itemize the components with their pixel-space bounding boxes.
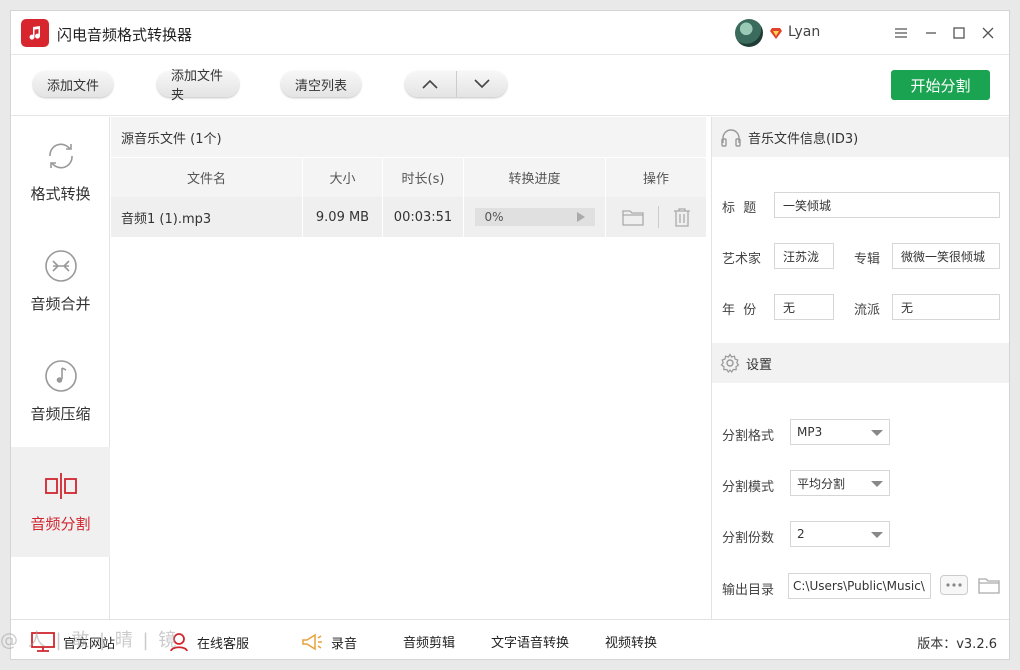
action-divider [657,206,659,228]
move-down-button[interactable] [457,71,508,97]
folder-icon[interactable] [621,208,644,226]
split-format-label: 分割格式 [722,429,775,444]
split-format-select[interactable]: MP3 [790,419,890,445]
audio-edit-link[interactable]: 音频剪辑 [403,632,455,651]
app-logo-icon [21,19,49,47]
start-split-button[interactable]: 开始分割 [891,70,990,100]
sidebar-item-audio-merge[interactable]: 音频合并 [11,227,110,337]
split-format-value: MP3 [797,425,823,439]
sidebar-item-format-convert[interactable]: 格式转换 [11,117,110,227]
gear-icon [720,353,740,373]
split-parts-value: 2 [797,527,805,541]
split-mode-select[interactable]: 平均分割 [790,470,890,496]
progress-text: 0% [484,210,504,224]
chevron-down-icon [474,79,490,89]
merge-icon [44,250,77,282]
actions-cell [606,197,706,237]
add-file-button[interactable]: 添加文件 [33,71,113,97]
menu-icon[interactable] [891,23,911,43]
clear-list-button[interactable]: 清空列表 [281,71,361,97]
column-header: 操作 [642,172,669,187]
output-dir-label: 输出目录 [722,583,775,598]
year-label: 年 份 [722,303,757,318]
record-link[interactable]: 录音 [301,632,357,652]
genre-input[interactable]: 无 [892,294,1000,320]
album-label: 专辑 [854,252,881,267]
year-input[interactable]: 无 [774,294,834,320]
watermark: @ 人 | 敢 | 晴 | 镜 [0,630,179,651]
column-header: 时长(s) [383,158,464,197]
username[interactable]: Lyan [788,24,820,40]
file-list-header: 源音乐文件 (1个) [111,117,706,157]
refresh-icon [48,143,73,169]
play-icon[interactable] [576,212,585,222]
table-header: 文件名 大小 时长(s) 转换进度 操作 [111,157,706,197]
browse-button[interactable] [940,575,968,595]
genre-label: 流派 [854,303,881,318]
column-header: 文件名 [111,158,303,197]
record-label: 录音 [331,636,358,652]
version-label: 版本：v3.2.6 [917,637,997,652]
right-panel: 音乐文件信息(ID3) 标 题 一笑倾城 艺术家 汪苏泷 专辑 微微一笑很倾城 … [711,117,1009,619]
avatar[interactable] [735,19,763,47]
maximize-icon[interactable] [949,23,969,43]
video-convert-link[interactable]: 视频转换 [605,632,657,651]
trash-icon[interactable] [673,207,691,227]
close-icon[interactable] [978,23,998,43]
title-label: 标 题 [722,201,757,216]
chevron-up-icon [422,79,438,89]
split-mode-value: 平均分割 [797,476,846,491]
chevron-down-icon [871,532,883,538]
add-folder-button[interactable]: 添加文件夹 [157,69,239,103]
title-bar: 闪电音频格式转换器 Lyan [11,11,1009,55]
file-size: 9.09 MB [303,197,383,237]
settings-header: 设置 [712,343,1009,383]
file-duration: 00:03:51 [383,197,464,237]
minimize-icon[interactable] [921,23,941,43]
megaphone-icon [302,633,322,651]
file-name: 音频1 (1).mp3 [111,197,303,237]
title-input[interactable]: 一笑倾城 [774,192,1000,218]
sidebar-item-label: 音频合并 [30,295,91,313]
progress-bar: 0% [474,208,595,226]
sidebar-item-label: 音频分割 [30,515,91,533]
sidebar-item-audio-split[interactable]: 音频分割 [11,447,110,557]
online-support-label: 在线客服 [197,636,250,652]
music-note-icon [44,360,77,392]
chevron-down-icon [871,481,883,487]
vip-diamond-icon [770,28,782,39]
settings-title: 设置 [746,357,773,373]
app-window: 闪电音频格式转换器 Lyan 添加文件 添加文件夹 清空列表 开始分割 格式转换… [10,10,1010,660]
album-input[interactable]: 微微一笑很倾城 [892,243,1000,269]
split-parts-select[interactable]: 2 [790,521,890,547]
artist-label: 艺术家 [722,252,762,267]
column-header: 大小 [303,158,383,197]
sidebar: 格式转换 音频合并 音频压缩 音频分割 [11,117,110,619]
sidebar-item-label: 格式转换 [30,185,91,203]
split-icon [44,473,77,499]
artist-input[interactable]: 汪苏泷 [774,243,834,269]
table-row[interactable]: 音频1 (1).mp3 9.09 MB 00:03:51 0% [111,197,706,237]
file-list: 源音乐文件 (1个) 文件名 大小 时长(s) 转换进度 操作 音频1 (1).… [111,117,706,619]
chevron-down-icon [871,430,883,436]
column-header: 转换进度 [464,158,606,197]
sidebar-item-audio-compress[interactable]: 音频压缩 [11,337,110,447]
id3-title: 音乐文件信息(ID3) [748,131,859,147]
more-dots-icon [946,583,962,587]
sidebar-item-label: 音频压缩 [30,405,91,423]
move-buttons [405,71,507,97]
split-mode-label: 分割模式 [722,480,775,495]
open-folder-icon[interactable] [978,576,1000,594]
split-parts-label: 分割份数 [722,531,775,546]
headphones-icon [721,129,741,147]
app-title: 闪电音频格式转换器 [57,26,193,44]
output-dir-input[interactable]: C:\Users\Public\Music\ [788,573,931,599]
toolbar: 添加文件 添加文件夹 清空列表 开始分割 [11,56,1009,116]
online-support-link[interactable]: 在线客服 [169,632,249,652]
progress-cell: 0% [464,197,606,237]
id3-header: 音乐文件信息(ID3) [712,117,1009,157]
tts-link[interactable]: 文字语音转换 [491,632,569,651]
move-up-button[interactable] [405,71,457,97]
